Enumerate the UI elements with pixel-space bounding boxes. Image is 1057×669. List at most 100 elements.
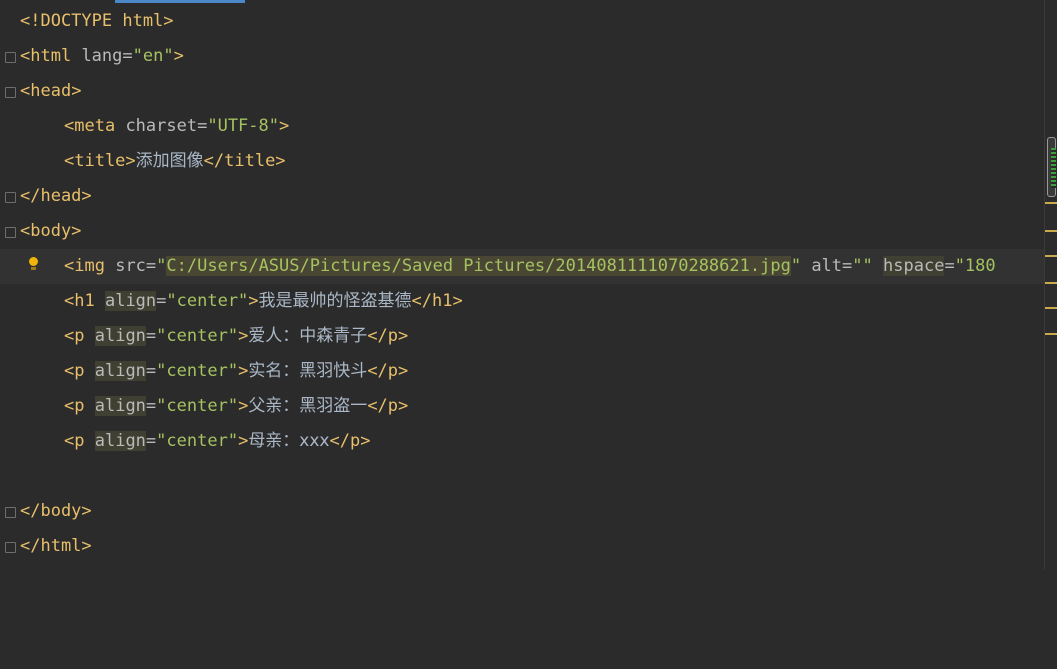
fold-marker-icon[interactable]: [5, 507, 16, 518]
path-segment: /Pictures: [299, 256, 392, 276]
attribute-value: "": [852, 256, 873, 276]
code-line-1[interactable]: <!DOCTYPE html>: [0, 4, 1045, 39]
equals-sign: =: [145, 431, 157, 451]
tag-token: </p>: [367, 396, 409, 416]
fold-marker-icon[interactable]: [5, 542, 16, 553]
fold-marker-icon[interactable]: [5, 87, 16, 98]
tag-token: >: [238, 396, 249, 416]
attribute-name: align: [94, 431, 146, 451]
scrollbar-thumb[interactable]: [1047, 137, 1056, 197]
tag-token: >: [248, 291, 259, 311]
doctype-token: <!DOCTYPE html>: [20, 11, 174, 31]
code-line-10[interactable]: <p align="center">爱人：中森青子</p>: [0, 319, 1045, 354]
tag-token: >: [71, 81, 82, 101]
tag-token: <p: [64, 396, 85, 416]
vertical-scrollbar[interactable]: [1045, 0, 1057, 570]
code-editor[interactable]: <!DOCTYPE html> <html lang="en"> <head> …: [0, 4, 1045, 570]
attribute-name: align: [94, 361, 146, 381]
attribute-name: charset: [125, 116, 198, 136]
path-segment: /Users: [186, 256, 249, 276]
attribute-value: "180: [954, 256, 996, 276]
fold-marker-icon[interactable]: [5, 52, 16, 63]
code-line-13[interactable]: <p align="center">母亲：xxx</p>: [0, 424, 1045, 459]
warning-marker[interactable]: [1045, 230, 1057, 232]
tag-token: <meta: [64, 116, 116, 136]
equals-sign: =: [145, 396, 157, 416]
code-line-3[interactable]: <head>: [0, 74, 1045, 109]
tag-token: <html: [20, 46, 72, 66]
tag-token: <h1: [64, 291, 95, 311]
fold-marker-icon[interactable]: [5, 227, 16, 238]
tag-token: </body>: [20, 501, 92, 521]
warning-marker[interactable]: [1045, 202, 1057, 204]
code-line-9[interactable]: <h1 align="center">我是最帅的怪盗基德</h1>: [0, 284, 1045, 319]
tag-token: >: [279, 116, 290, 136]
path-segment: /Saved Pictures: [391, 256, 546, 276]
tag-token: <body>: [20, 221, 82, 241]
code-line-14[interactable]: [0, 459, 1045, 494]
code-line-16[interactable]: </html>: [0, 529, 1045, 564]
attribute-name: alt: [811, 256, 843, 276]
attribute-value: ": [156, 256, 167, 276]
warning-marker[interactable]: [1045, 282, 1057, 284]
attribute-name: lang: [81, 46, 123, 66]
code-line-4[interactable]: <meta charset="UTF-8">: [0, 109, 1045, 144]
text-content: 我是最帅的怪盗基德: [258, 291, 412, 311]
code-line-11[interactable]: <p align="center">实名：黑羽快斗</p>: [0, 354, 1045, 389]
tag-token: </html>: [20, 536, 92, 556]
tag-token: >: [238, 431, 249, 451]
tag-token: <p: [64, 326, 85, 346]
code-line-2[interactable]: <html lang="en">: [0, 39, 1045, 74]
path-segment: /ASUS: [248, 256, 300, 276]
attribute-name: src: [115, 256, 146, 276]
text-content: 爱人：中森青子: [248, 326, 368, 346]
tag-token: </p>: [367, 361, 409, 381]
attribute-name: align: [104, 291, 157, 311]
warning-marker[interactable]: [1045, 333, 1057, 335]
attribute-value: "UTF-8": [207, 116, 279, 136]
equals-sign: =: [145, 326, 157, 346]
attribute-value: "center": [156, 396, 239, 416]
text-content: 实名：黑羽快斗: [248, 361, 368, 381]
code-line-6[interactable]: </head>: [0, 179, 1045, 214]
attribute-name: hspace: [883, 256, 945, 276]
tag-token: >: [173, 46, 184, 66]
attribute-value: "center": [156, 326, 239, 346]
attribute-value: "center": [156, 361, 239, 381]
attribute-name: align: [94, 396, 146, 416]
code-line-15[interactable]: </body>: [0, 494, 1045, 529]
text-content: 添加图像: [135, 151, 204, 171]
attribute-name: align: [94, 326, 146, 346]
attribute-value: "en": [132, 46, 174, 66]
tag-token: </h1>: [411, 291, 463, 311]
path-segment: /2014081111070288621.jpg: [545, 256, 791, 276]
tag-token: <p: [64, 431, 85, 451]
text-content: 母亲：xxx: [248, 431, 330, 451]
tag-token: </p>: [329, 431, 371, 451]
inspection-status-indicator: [1051, 148, 1056, 188]
fold-marker-icon[interactable]: [5, 192, 16, 203]
warning-marker[interactable]: [1045, 307, 1057, 309]
tag-token: <img: [64, 256, 105, 276]
code-line-12[interactable]: <p align="center">父亲：黑羽盗一</p>: [0, 389, 1045, 424]
path-segment: C:: [166, 256, 187, 276]
code-line-8[interactable]: <img src="C:/Users/ASUS/Pictures/Saved P…: [0, 249, 1045, 284]
attribute-value: ": [790, 256, 802, 276]
active-tab-indicator: [115, 0, 245, 3]
tag-token: <title>: [64, 151, 136, 171]
tag-token: </p>: [367, 326, 409, 346]
tag-token: </head>: [20, 186, 92, 206]
tag-token: >: [238, 326, 249, 346]
tag-token: >: [238, 361, 249, 381]
tag-token: </title>: [203, 151, 286, 171]
equals-sign: =: [145, 361, 157, 381]
tag-token: <p: [64, 361, 85, 381]
text-content: 父亲：黑羽盗一: [248, 396, 368, 416]
attribute-value: "center": [166, 291, 249, 311]
equals-sign: =: [156, 291, 167, 311]
code-line-5[interactable]: <title>添加图像</title>: [0, 144, 1045, 179]
code-line-7[interactable]: <body>: [0, 214, 1045, 249]
attribute-value: "center": [156, 431, 239, 451]
tag-token: <head: [20, 81, 72, 101]
warning-marker[interactable]: [1045, 255, 1057, 257]
